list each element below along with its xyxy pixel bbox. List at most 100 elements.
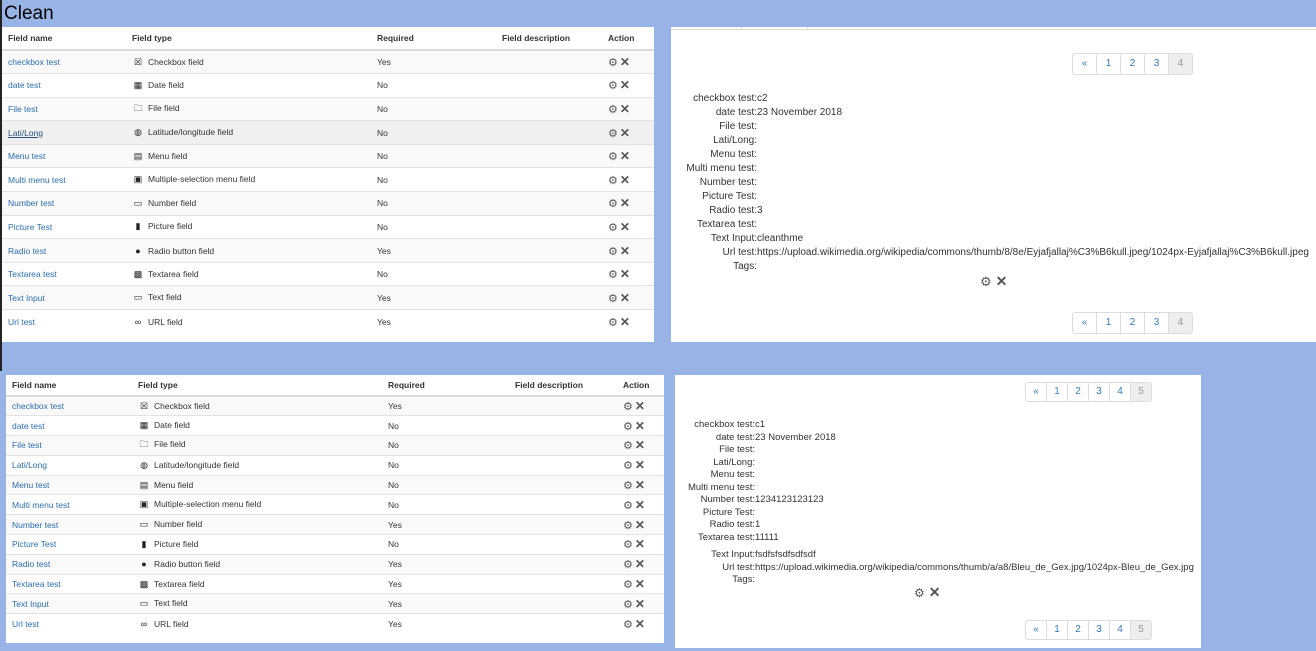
close-icon[interactable]: ✕: [635, 438, 647, 452]
pagination-page-5: 5: [1130, 382, 1152, 402]
gear-icon[interactable]: ⚙: [623, 579, 635, 591]
field-link-checkbox-test[interactable]: checkbox test: [12, 401, 64, 411]
close-icon[interactable]: ✕: [620, 291, 632, 305]
gear-icon[interactable]: ⚙: [608, 175, 620, 187]
pagination-prev[interactable]: «: [1072, 312, 1097, 334]
pagination-page-3[interactable]: 3: [1144, 312, 1169, 334]
close-icon[interactable]: ✕: [929, 584, 941, 600]
close-icon[interactable]: ✕: [996, 273, 1008, 289]
gear-icon[interactable]: ⚙: [608, 246, 620, 258]
pagination-page-4[interactable]: 4: [1109, 382, 1131, 402]
close-icon[interactable]: ✕: [620, 55, 632, 69]
gear-icon[interactable]: ⚙: [914, 586, 925, 600]
close-icon[interactable]: ✕: [620, 196, 632, 210]
close-icon[interactable]: ✕: [635, 617, 647, 631]
close-icon[interactable]: ✕: [635, 419, 647, 433]
gear-icon[interactable]: ⚙: [608, 80, 620, 92]
field-link-textarea-test[interactable]: Textarea test: [12, 579, 61, 589]
gear-icon[interactable]: ⚙: [608, 151, 620, 163]
close-icon[interactable]: ✕: [620, 149, 632, 163]
field-link-picture-test[interactable]: Picture Test: [12, 539, 56, 549]
record-label: File test:: [719, 121, 757, 132]
gear-icon[interactable]: ⚙: [608, 104, 620, 116]
field-link-menu-test[interactable]: Menu test: [8, 151, 45, 161]
field-link-date-test[interactable]: date test: [8, 80, 41, 90]
field-link-url-test[interactable]: Url test: [8, 317, 35, 327]
pagination-page-2[interactable]: 2: [1120, 312, 1145, 334]
close-icon[interactable]: ✕: [620, 244, 632, 258]
close-icon[interactable]: ✕: [635, 498, 647, 512]
gear-icon[interactable]: ⚙: [608, 222, 620, 234]
field-link-date-test[interactable]: date test: [12, 421, 45, 431]
close-icon[interactable]: ✕: [635, 557, 647, 571]
pagination-prev[interactable]: «: [1025, 382, 1047, 402]
field-link-number-test[interactable]: Number test: [8, 198, 54, 208]
gear-icon[interactable]: ⚙: [608, 57, 620, 69]
field-link-checkbox-test[interactable]: checkbox test: [8, 57, 60, 67]
field-link-multi-menu-test[interactable]: Multi menu test: [12, 500, 70, 510]
gear-icon[interactable]: ⚙: [608, 317, 620, 329]
close-icon[interactable]: ✕: [620, 173, 632, 187]
field-link-text-input[interactable]: Text Input: [12, 599, 49, 609]
pagination-page-3[interactable]: 3: [1088, 620, 1110, 640]
close-icon[interactable]: ✕: [620, 126, 632, 140]
gear-icon[interactable]: ⚙: [623, 599, 635, 611]
close-icon[interactable]: ✕: [635, 577, 647, 591]
gear-icon[interactable]: ⚙: [623, 401, 635, 413]
close-icon[interactable]: ✕: [635, 597, 647, 611]
close-icon[interactable]: ✕: [635, 518, 647, 532]
field-link-multi-menu-test[interactable]: Multi menu test: [8, 175, 66, 185]
record-label: Textarea test:: [696, 219, 757, 230]
close-icon[interactable]: ✕: [620, 267, 632, 281]
gear-icon[interactable]: ⚙: [608, 293, 620, 305]
field-link-radio-test[interactable]: Radio test: [12, 559, 50, 569]
gear-icon[interactable]: ⚙: [623, 440, 635, 452]
gear-icon[interactable]: ⚙: [608, 269, 620, 281]
table-row: Menu test ▤ Menu field No ⚙✕: [2, 143, 654, 168]
pagination-page-4[interactable]: 4: [1109, 620, 1131, 640]
gear-icon[interactable]: ⚙: [623, 539, 635, 551]
field-link-text-input[interactable]: Text Input: [8, 293, 45, 303]
field-link-menu-test[interactable]: Menu test: [12, 480, 49, 490]
field-link-lati-long[interactable]: Lati/Long: [8, 128, 43, 138]
gear-icon[interactable]: ⚙: [608, 198, 620, 210]
pagination-page-2[interactable]: 2: [1120, 53, 1145, 75]
pagination-page-1[interactable]: 1: [1046, 620, 1068, 640]
close-icon[interactable]: ✕: [635, 458, 647, 472]
close-icon[interactable]: ✕: [635, 399, 647, 413]
field-link-lati-long[interactable]: Lati/Long: [12, 460, 47, 470]
pagination-prev[interactable]: «: [1025, 620, 1047, 640]
field-link-number-test[interactable]: Number test: [12, 520, 58, 530]
pagination-prev[interactable]: «: [1072, 53, 1097, 75]
gear-icon[interactable]: ⚙: [623, 520, 635, 532]
field-link-radio-test[interactable]: Radio test: [8, 246, 46, 256]
gear-icon[interactable]: ⚙: [623, 500, 635, 512]
pagination-page-3[interactable]: 3: [1088, 382, 1110, 402]
field-link-file-test[interactable]: File test: [8, 104, 38, 114]
pagination-page-1[interactable]: 1: [1046, 382, 1068, 402]
gear-icon[interactable]: ⚙: [980, 274, 992, 289]
gear-icon[interactable]: ⚙: [623, 421, 635, 433]
field-link-textarea-test[interactable]: Textarea test: [8, 269, 57, 279]
close-icon[interactable]: ✕: [620, 102, 632, 116]
close-icon[interactable]: ✕: [620, 220, 632, 234]
gear-icon[interactable]: ⚙: [623, 480, 635, 492]
pagination-page-1[interactable]: 1: [1096, 312, 1121, 334]
pagination-page-2[interactable]: 2: [1067, 382, 1089, 402]
gear-icon[interactable]: ⚙: [623, 619, 635, 631]
gear-icon[interactable]: ⚙: [623, 559, 635, 571]
close-icon[interactable]: ✕: [635, 478, 647, 492]
field-link-picture-test[interactable]: Picture Test: [8, 222, 52, 232]
pagination-page-3[interactable]: 3: [1144, 53, 1169, 75]
field-link-file-test[interactable]: File test: [12, 440, 42, 450]
field-type-label: URL field: [148, 316, 183, 327]
gear-icon[interactable]: ⚙: [608, 128, 620, 140]
close-icon[interactable]: ✕: [620, 315, 632, 329]
pagination-page-1[interactable]: 1: [1096, 53, 1121, 75]
close-icon[interactable]: ✕: [635, 537, 647, 551]
close-icon[interactable]: ✕: [620, 78, 632, 92]
gear-icon[interactable]: ⚙: [623, 460, 635, 472]
field-type-cell: ▣ Multiple-selection menu field: [126, 167, 371, 192]
pagination-page-2[interactable]: 2: [1067, 620, 1089, 640]
field-link-url-test[interactable]: Url test: [12, 619, 39, 629]
